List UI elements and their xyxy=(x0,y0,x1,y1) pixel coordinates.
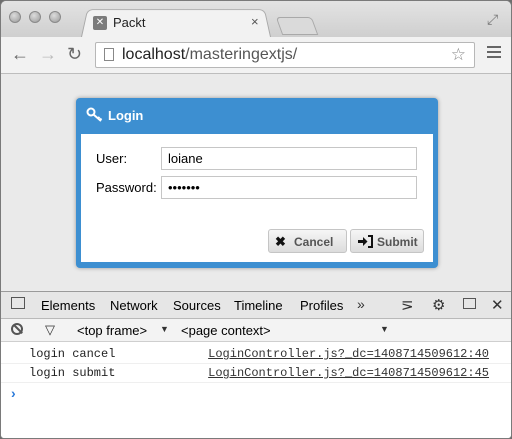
devtools-tabbar: Elements Network Sources Timeline Profil… xyxy=(1,292,511,319)
minimize-window-button[interactable] xyxy=(29,11,41,23)
menu-icon[interactable] xyxy=(487,46,501,60)
log-message: login cancel xyxy=(29,347,116,361)
browser-window: ✕ Packt × ⤢ ← → ↻ localhost/masteringext… xyxy=(0,0,512,439)
close-window-button[interactable] xyxy=(9,11,21,23)
submit-label: Submit xyxy=(377,235,418,249)
close-icon[interactable]: ✕ xyxy=(491,296,504,314)
more-tabs-icon[interactable]: » xyxy=(357,296,365,312)
login-window: Login User: Password: ✖ Cancel Submit xyxy=(76,98,438,268)
tab-strip: ✕ Packt × ⤢ xyxy=(1,1,511,37)
browser-toolbar: ← → ↻ localhost/masteringextjs/ ☆ xyxy=(1,37,511,74)
tab-elements[interactable]: Elements xyxy=(41,298,95,313)
gear-icon[interactable]: ⚙ xyxy=(432,296,445,314)
chevron-down-icon: ▼ xyxy=(380,324,389,334)
url-path: /masteringextjs/ xyxy=(185,46,298,63)
key-icon xyxy=(86,107,103,122)
page-icon xyxy=(104,48,114,61)
user-label: User: xyxy=(96,151,128,166)
cancel-label: Cancel xyxy=(294,235,334,249)
fullscreen-icon[interactable]: ⤢ xyxy=(487,11,498,28)
packt-favicon-icon: ✕ xyxy=(93,16,107,30)
log-row: login cancel LoginController.js?_dc=1408… xyxy=(1,345,511,364)
chevron-down-icon: ▼ xyxy=(160,324,169,334)
tab-title: Packt xyxy=(113,15,146,30)
tab-profiles[interactable]: Profiles xyxy=(300,298,343,313)
user-field[interactable] xyxy=(161,147,417,170)
tab-network[interactable]: Network xyxy=(110,298,158,313)
frame-select[interactable]: <top frame> xyxy=(77,323,147,338)
browser-tab[interactable]: ✕ Packt × xyxy=(81,7,271,37)
filter-icon[interactable]: ▽ xyxy=(45,322,55,338)
console-drawer-icon[interactable]: ⋝ xyxy=(401,296,414,314)
undock-icon[interactable] xyxy=(463,298,476,309)
zoom-window-button[interactable] xyxy=(49,11,61,23)
url-host: localhost xyxy=(122,46,186,63)
log-row: login submit LoginController.js?_dc=1408… xyxy=(1,364,511,383)
tab-shape xyxy=(81,9,271,37)
url-text: localhost/masteringextjs/ xyxy=(122,46,297,64)
tab-sources[interactable]: Sources xyxy=(173,298,221,313)
console-toolbar: ▽ <top frame> ▼ <page context> ▼ xyxy=(1,319,511,342)
devtools-panel: Elements Network Sources Timeline Profil… xyxy=(1,291,511,438)
dock-icon[interactable] xyxy=(11,297,25,309)
log-message: login submit xyxy=(29,366,116,380)
back-button[interactable]: ← xyxy=(11,45,29,63)
password-field[interactable] xyxy=(161,176,417,199)
log-source-link[interactable]: LoginController.js?_dc=1408714509612:45 xyxy=(208,366,489,380)
console-prompt[interactable]: › xyxy=(11,385,16,401)
log-source-link[interactable]: LoginController.js?_dc=1408714509612:40 xyxy=(208,347,489,361)
cancel-button[interactable]: ✖ Cancel xyxy=(268,229,347,253)
tab-close-icon[interactable]: × xyxy=(251,14,259,29)
clear-console-icon[interactable] xyxy=(11,323,23,335)
login-header[interactable]: Login xyxy=(76,98,438,132)
login-title: Login xyxy=(108,108,144,123)
reload-button[interactable]: ↻ xyxy=(67,45,82,63)
submit-button[interactable]: Submit xyxy=(350,229,424,253)
password-label: Password: xyxy=(96,180,157,195)
bookmark-star-icon[interactable]: ☆ xyxy=(451,45,466,65)
sign-in-icon xyxy=(358,235,373,248)
forward-button[interactable]: → xyxy=(39,45,57,63)
x-icon: ✖ xyxy=(275,234,286,249)
tab-timeline[interactable]: Timeline xyxy=(234,298,283,313)
page-viewport: Login User: Password: ✖ Cancel Submit xyxy=(1,74,511,290)
context-select[interactable]: <page context> xyxy=(181,323,271,338)
login-form: User: Password: ✖ Cancel Submit xyxy=(81,134,433,262)
address-bar[interactable]: localhost/masteringextjs/ ☆ xyxy=(95,42,475,68)
new-tab-button[interactable] xyxy=(275,17,319,35)
